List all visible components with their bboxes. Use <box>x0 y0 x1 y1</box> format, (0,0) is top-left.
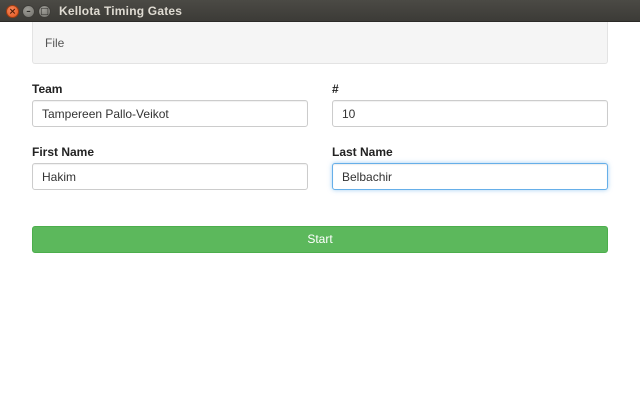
start-button[interactable]: Start <box>32 226 608 253</box>
first-name-label: First Name <box>32 145 95 159</box>
first-name-input[interactable] <box>32 163 308 190</box>
file-panel: File <box>32 22 608 64</box>
window-title: Kellota Timing Gates <box>59 4 183 18</box>
number-input[interactable] <box>332 100 608 127</box>
title-bar: × – □ Kellota Timing Gates <box>0 0 640 22</box>
team-input[interactable] <box>32 100 308 127</box>
last-name-label: Last Name <box>332 145 393 159</box>
app-window: × – □ Kellota Timing Gates File Team # F… <box>0 0 640 400</box>
number-label: # <box>332 82 339 96</box>
minimize-window-icon[interactable]: – <box>22 5 35 18</box>
maximize-window-icon[interactable]: □ <box>38 5 51 18</box>
team-label: Team <box>32 82 63 96</box>
last-name-input[interactable] <box>332 163 608 190</box>
close-window-icon[interactable]: × <box>6 5 19 18</box>
file-label: File <box>45 36 65 50</box>
